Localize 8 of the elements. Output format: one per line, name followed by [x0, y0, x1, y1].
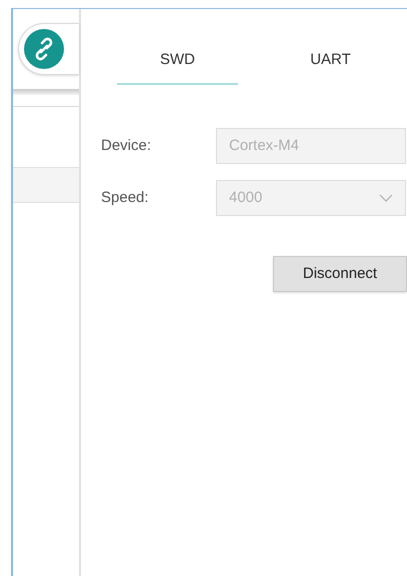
connection-toggle[interactable] [18, 23, 79, 75]
field-label: Device: [101, 136, 152, 156]
link-icon [23, 28, 65, 70]
tab[interactable]: UART [270, 47, 391, 85]
field-label: Speed: [101, 188, 150, 208]
disconnect-button[interactable]: Disconnect [273, 256, 407, 292]
tab[interactable]: SWD [117, 47, 238, 85]
chevron-down-icon [379, 194, 393, 202]
